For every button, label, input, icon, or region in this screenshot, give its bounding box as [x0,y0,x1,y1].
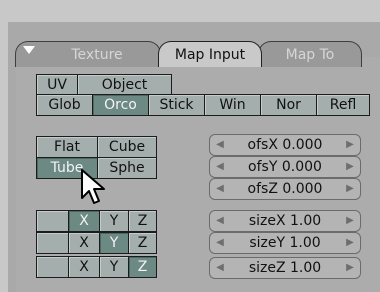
increment-arrow-icon[interactable]: ▶ [342,135,358,155]
refl-button[interactable]: Refl [316,94,370,116]
tab-texture[interactable]: Texture [15,41,161,67]
axis-row-x-none-button[interactable] [36,210,69,232]
axis-row-x-y-button[interactable]: Y [99,210,129,232]
mouse-pointer-icon [81,169,105,204]
ofsy-label: ofsY [248,159,278,175]
glob-button[interactable]: Glob [36,94,93,116]
collapse-triangle-icon[interactable] [23,46,35,54]
tab-map-input-label: Map Input [174,47,246,63]
axis-row-z-none-button[interactable] [36,256,69,278]
win-button[interactable]: Win [204,94,261,116]
tab-map-to-label: Map To [285,47,335,63]
ofsx-value: 0.000 [282,137,323,153]
sizey-field[interactable]: ◀ sizeY 1.00 ▶ [209,232,361,254]
axis-row-y-y-button[interactable]: Y [99,232,129,254]
ofsx-label: ofsX [247,137,278,153]
tab-map-input[interactable]: Map Input [158,41,262,67]
cube-button[interactable]: Cube [97,136,157,158]
axis-row-z-z-button[interactable]: Z [128,256,157,278]
sizez-field[interactable]: ◀ sizeZ 1.00 ▶ [209,257,361,279]
object-button[interactable]: Object [77,74,172,96]
axis-row-x-z-button[interactable]: Z [128,210,157,232]
ofsz-label: ofsZ [247,181,278,197]
orco-button[interactable]: Orco [92,94,149,116]
increment-arrow-icon[interactable]: ▶ [342,233,358,253]
increment-arrow-icon[interactable]: ▶ [342,157,358,177]
stick-button[interactable]: Stick [148,94,205,116]
ofsy-value: 0.000 [281,159,322,175]
uv-button[interactable]: UV [36,74,78,96]
ofsz-field[interactable]: ◀ ofsZ 0.000 ▶ [209,178,361,200]
axis-row-z-y-button[interactable]: Y [99,256,129,278]
flat-button[interactable]: Flat [36,136,98,158]
sizez-label: sizeZ [248,260,286,276]
ofsz-value: 0.000 [282,181,323,197]
sizex-field[interactable]: ◀ sizeX 1.00 ▶ [209,210,361,232]
increment-arrow-icon[interactable]: ▶ [342,258,358,278]
increment-arrow-icon[interactable]: ▶ [342,211,358,231]
axis-row-z-x-button[interactable]: X [68,256,100,278]
panel-tab-bar: Texture Map Input Map To [0,0,380,70]
sizex-value: 1.00 [290,213,322,229]
ofsy-field[interactable]: ◀ ofsY 0.000 ▶ [209,156,361,178]
sizey-label: sizeY [249,235,286,251]
tab-map-to[interactable]: Map To [258,41,362,67]
sizez-value: 1.00 [290,260,322,276]
axis-row-y-none-button[interactable] [36,232,69,254]
tab-texture-label: Texture [71,47,123,63]
axis-row-y-x-button[interactable]: X [68,232,100,254]
ofsx-field[interactable]: ◀ ofsX 0.000 ▶ [209,134,361,156]
axis-row-x-x-button[interactable]: X [68,210,100,232]
increment-arrow-icon[interactable]: ▶ [342,179,358,199]
axis-row-y-z-button[interactable]: Z [128,232,157,254]
nor-button[interactable]: Nor [260,94,317,116]
sizey-value: 1.00 [289,235,321,251]
sizex-label: sizeX [248,213,286,229]
